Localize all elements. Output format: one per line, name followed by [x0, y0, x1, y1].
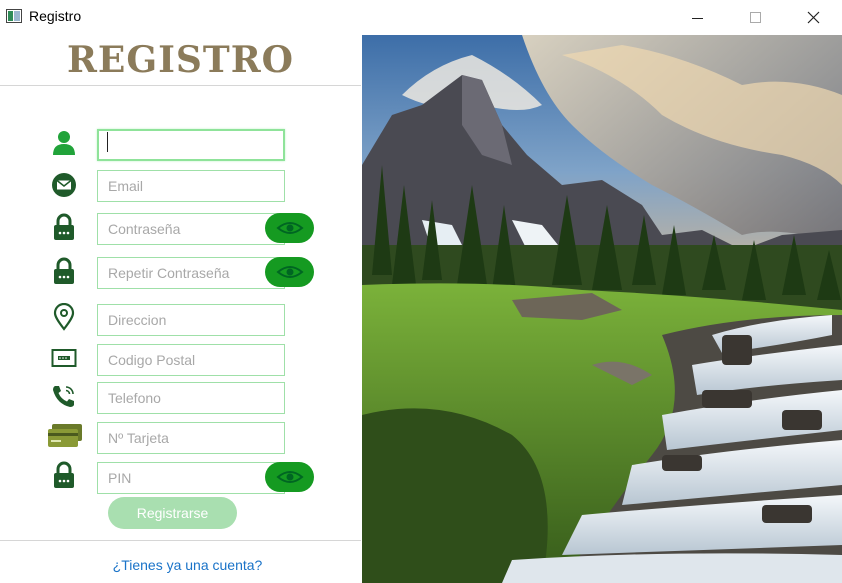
credit-card-icon [45, 421, 85, 451]
window-titlebar: Registro [0, 0, 842, 34]
pin-input[interactable] [97, 462, 285, 494]
eye-icon [275, 471, 304, 483]
divider [0, 85, 361, 86]
phone-input[interactable] [97, 382, 285, 414]
maximize-button[interactable] [726, 0, 784, 34]
close-icon [807, 11, 819, 23]
user-icon [49, 127, 79, 157]
postal-card-icon [49, 343, 79, 373]
repeat-password-input[interactable] [97, 257, 285, 289]
lock-icon [49, 256, 79, 286]
window-title: Registro [29, 8, 82, 24]
password-input[interactable] [97, 213, 285, 245]
postal-code-input[interactable] [97, 344, 285, 376]
login-link[interactable]: ¿Tienes ya una cuenta? [0, 557, 375, 573]
show-pin-button[interactable] [265, 462, 314, 492]
registration-panel: REGISTRO Email Contraseña Repetir Contra… [0, 34, 361, 583]
eye-icon [275, 222, 304, 234]
maximize-icon [749, 11, 761, 23]
lock-icon [49, 460, 79, 490]
app-icon [6, 9, 22, 23]
close-button[interactable] [784, 0, 842, 34]
eye-icon [275, 266, 304, 278]
username-input[interactable] [97, 129, 285, 161]
email-icon [49, 170, 79, 200]
text-caret [107, 132, 108, 152]
email-input[interactable] [97, 170, 285, 202]
card-number-input[interactable] [97, 422, 285, 454]
register-button[interactable]: Registrarse [108, 497, 237, 529]
divider [0, 540, 361, 541]
minimize-button[interactable] [668, 0, 726, 34]
page-title: REGISTRO [66, 39, 294, 81]
phone-icon [49, 381, 79, 411]
minimize-icon [691, 17, 703, 19]
show-repeat-password-button[interactable] [265, 257, 314, 287]
lock-icon [49, 212, 79, 242]
address-input[interactable] [97, 304, 285, 336]
location-pin-icon [49, 302, 79, 332]
show-password-button[interactable] [265, 213, 314, 243]
landscape-image [362, 35, 842, 583]
